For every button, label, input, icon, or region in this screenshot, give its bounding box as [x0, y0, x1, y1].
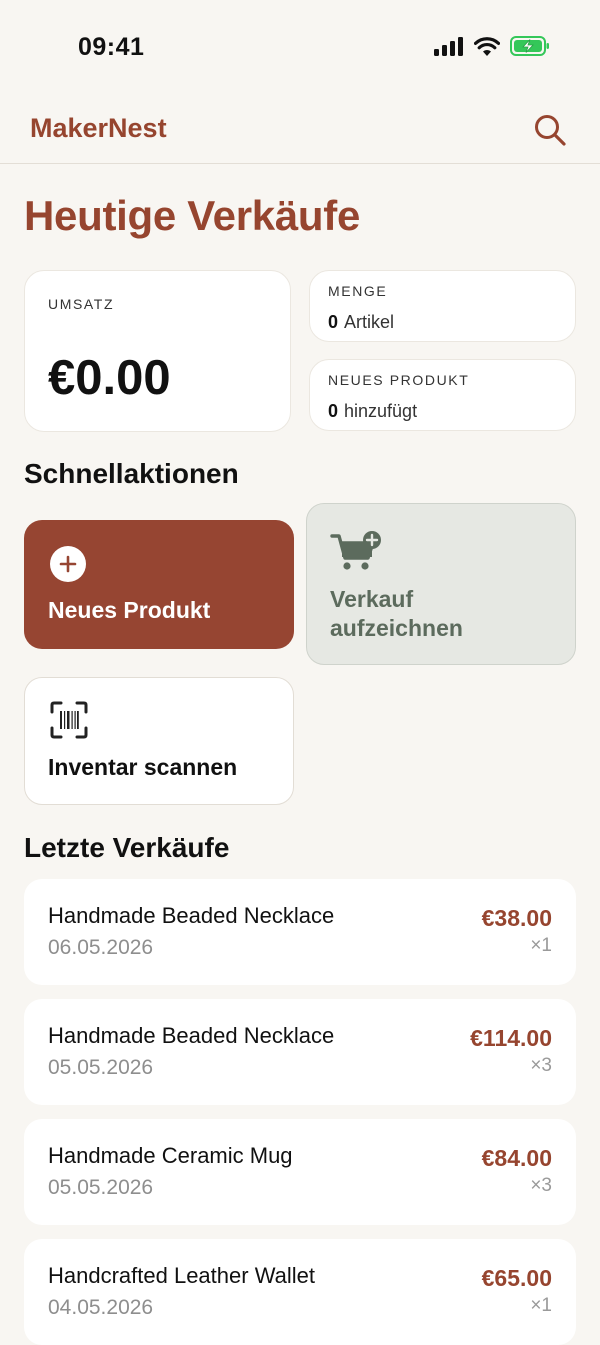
quantity-unit: Artikel — [344, 312, 395, 332]
barcode-scan-icon — [50, 701, 88, 739]
new-product-unit: hinzufügt — [344, 401, 418, 421]
record-sale-button-label: Verkauf aufzeichnen — [330, 585, 463, 643]
status-time: 09:41 — [78, 33, 145, 61]
nav-divider — [0, 163, 600, 164]
plus-circle-icon — [50, 546, 86, 582]
new-product-label: NEUES PRODUKT — [328, 372, 470, 388]
new-product-button-label: Neues Produkt — [48, 597, 211, 623]
sale-date: 05.05.2026 — [48, 1056, 154, 1079]
quick-actions-title: Schnellaktionen — [24, 458, 239, 489]
sale-quantity: ×3 — [530, 1055, 552, 1076]
cellular-signal-icon — [434, 36, 463, 56]
status-icons — [434, 36, 550, 56]
sale-date: 05.05.2026 — [48, 1176, 154, 1199]
quantity-value: 0 Artikel — [328, 312, 394, 333]
sale-quantity: ×1 — [530, 1295, 552, 1316]
revenue-value: €0.00 — [48, 351, 171, 405]
scan-inventory-button[interactable] — [24, 677, 294, 805]
sale-date: 04.05.2026 — [48, 1296, 154, 1319]
sale-quantity: ×3 — [530, 1175, 552, 1196]
wifi-icon — [474, 36, 500, 56]
cart-add-icon — [330, 531, 381, 570]
battery-charging-icon — [510, 36, 549, 56]
record-sale-label-line1: Verkauf — [330, 586, 414, 612]
sale-product-name: Handmade Beaded Necklace — [48, 903, 335, 928]
sale-quantity: ×1 — [530, 935, 552, 956]
quantity-label: MENGE — [328, 283, 388, 299]
search-button[interactable] — [531, 111, 569, 149]
recent-sales-title: Letzte Verkäufe — [24, 832, 230, 863]
scan-inventory-button-label: Inventar scannen — [48, 754, 238, 780]
sale-product-name: Handmade Ceramic Mug — [48, 1143, 293, 1168]
sale-price: €84.00 — [481, 1145, 552, 1171]
sale-product-name: Handcrafted Leather Wallet — [48, 1263, 315, 1288]
sale-row[interactable]: Handmade Beaded Necklace 06.05.2026 €38.… — [24, 879, 576, 985]
sale-price: €114.00 — [470, 1025, 552, 1051]
quantity-count: 0 — [328, 312, 339, 332]
new-product-value: 0 hinzufügt — [328, 401, 417, 422]
app-brand: MakerNest — [30, 113, 167, 143]
page-title: Heutige Verkäufe — [24, 192, 360, 239]
revenue-label: UMSATZ — [48, 296, 115, 312]
new-product-button[interactable] — [24, 520, 294, 649]
sale-row[interactable]: Handmade Beaded Necklace 05.05.2026 €114… — [24, 999, 576, 1105]
sale-price: €65.00 — [481, 1265, 552, 1291]
sale-date: 06.05.2026 — [48, 936, 154, 959]
record-sale-label-line2: aufzeichnen — [330, 615, 463, 641]
sale-row[interactable]: Handmade Ceramic Mug 05.05.2026 €84.00 ×… — [24, 1119, 576, 1225]
sale-product-name: Handmade Beaded Necklace — [48, 1023, 335, 1048]
sale-price: €38.00 — [481, 905, 552, 931]
new-product-count: 0 — [328, 401, 339, 421]
sale-row[interactable]: Handcrafted Leather Wallet 04.05.2026 €6… — [24, 1239, 576, 1345]
search-icon — [535, 115, 566, 146]
